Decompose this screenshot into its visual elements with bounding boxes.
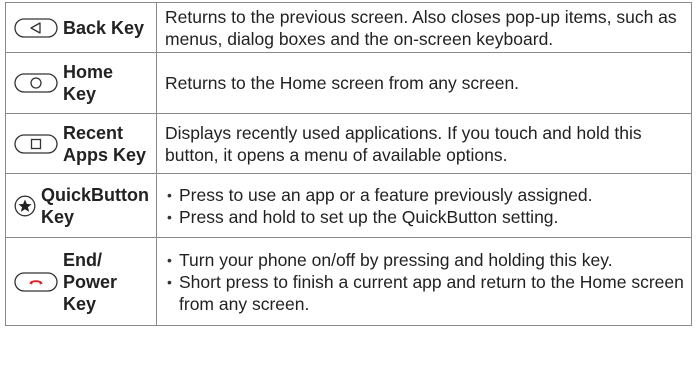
quickbutton-star-icon xyxy=(14,195,36,217)
key-label-line: Key xyxy=(63,84,97,104)
key-cell: QuickButton Key xyxy=(5,173,157,238)
table-row-home-key: Home Key Returns to the Home screen from… xyxy=(5,52,692,114)
key-description: Turn your phone on/off by pressing and h… xyxy=(156,237,692,326)
key-label-line: Key xyxy=(41,206,75,227)
key-description: Press to use an app or a feature previou… xyxy=(156,173,692,238)
key-description: Returns to the Home screen from any scre… xyxy=(156,52,692,114)
bullet-item: Turn your phone on/off by pressing and h… xyxy=(165,249,685,271)
key-description: Displays recently used applications. If … xyxy=(156,113,692,174)
bullet-list: Press to use an app or a feature previou… xyxy=(165,184,685,228)
key-label: End/ Power Key xyxy=(63,249,117,315)
key-label: Home Key xyxy=(63,61,113,105)
recent-apps-button-icon xyxy=(14,133,58,154)
key-label: Recent Apps Key xyxy=(63,122,146,166)
back-button-icon xyxy=(14,17,58,38)
table-row-end-power-key: End/ Power Key Turn your phone on/off by… xyxy=(5,237,692,326)
key-label-line: QuickButton xyxy=(41,184,149,205)
table-row-recent-apps-key: Recent Apps Key Displays recently used a… xyxy=(5,113,692,174)
key-label-line: Apps Key xyxy=(63,144,147,165)
key-label-line: Recent xyxy=(63,122,124,143)
key-label-line: Key xyxy=(63,293,97,314)
table-row-back-key: Back Key Returns to the previous screen.… xyxy=(5,2,692,53)
key-label-line: Power xyxy=(63,271,118,292)
table-row-quickbutton-key: QuickButton Key Press to use an app or a… xyxy=(5,173,692,238)
key-label-line: Home xyxy=(63,62,114,82)
bullet-item: Press to use an app or a feature previou… xyxy=(165,184,685,206)
key-cell: Home Key xyxy=(5,52,157,114)
hardware-keys-table: Back Key Returns to the previous screen.… xyxy=(5,2,692,326)
key-label-line: End/ xyxy=(63,249,102,270)
end-power-button-icon xyxy=(14,271,58,292)
bullet-item: Short press to finish a current app and … xyxy=(165,271,685,315)
key-cell: End/ Power Key xyxy=(5,237,157,326)
home-button-icon xyxy=(14,73,58,93)
key-label: Back Key xyxy=(63,17,145,38)
key-label: QuickButton Key xyxy=(41,184,149,228)
bullet-item: Press and hold to set up the QuickButton… xyxy=(165,206,685,228)
bullet-list: Turn your phone on/off by pressing and h… xyxy=(165,249,685,315)
key-cell: Back Key xyxy=(5,2,157,53)
key-cell: Recent Apps Key xyxy=(5,113,157,174)
key-description: Returns to the previous screen. Also clo… xyxy=(156,2,692,53)
